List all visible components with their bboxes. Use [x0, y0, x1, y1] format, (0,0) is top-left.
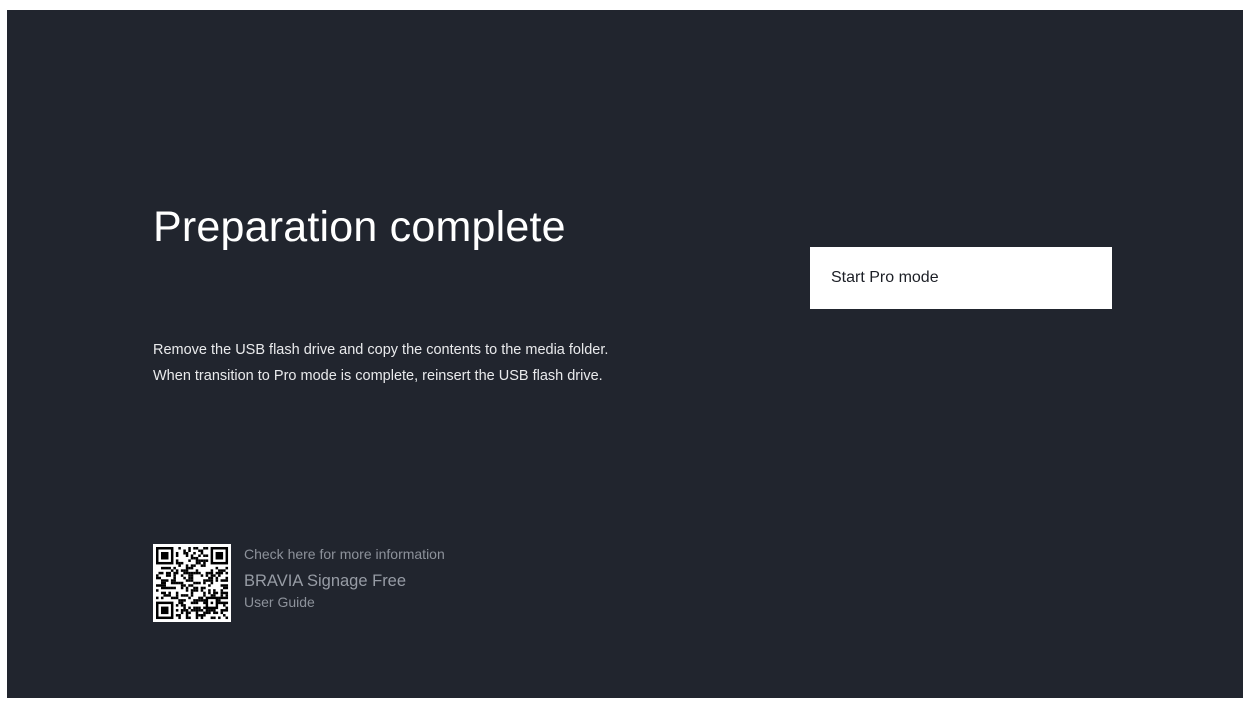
setup-screen: Preparation complete Remove the USB flas…	[7, 10, 1243, 698]
qr-code-icon[interactable]	[153, 544, 231, 622]
more-info: Check here for more information BRAVIA S…	[244, 545, 445, 611]
more-info-label: Check here for more information	[244, 546, 445, 562]
instructions: Remove the USB flash drive and copy the …	[153, 337, 753, 389]
page-title: Preparation complete	[153, 203, 566, 251]
guide-label: User Guide	[244, 594, 315, 610]
instruction-line-2: When transition to Pro mode is complete,…	[153, 368, 603, 384]
product-name: BRAVIA Signage Free	[244, 572, 407, 590]
start-pro-mode-button[interactable]: Start Pro mode	[810, 247, 1112, 309]
instruction-line-1: Remove the USB flash drive and copy the …	[153, 342, 609, 358]
